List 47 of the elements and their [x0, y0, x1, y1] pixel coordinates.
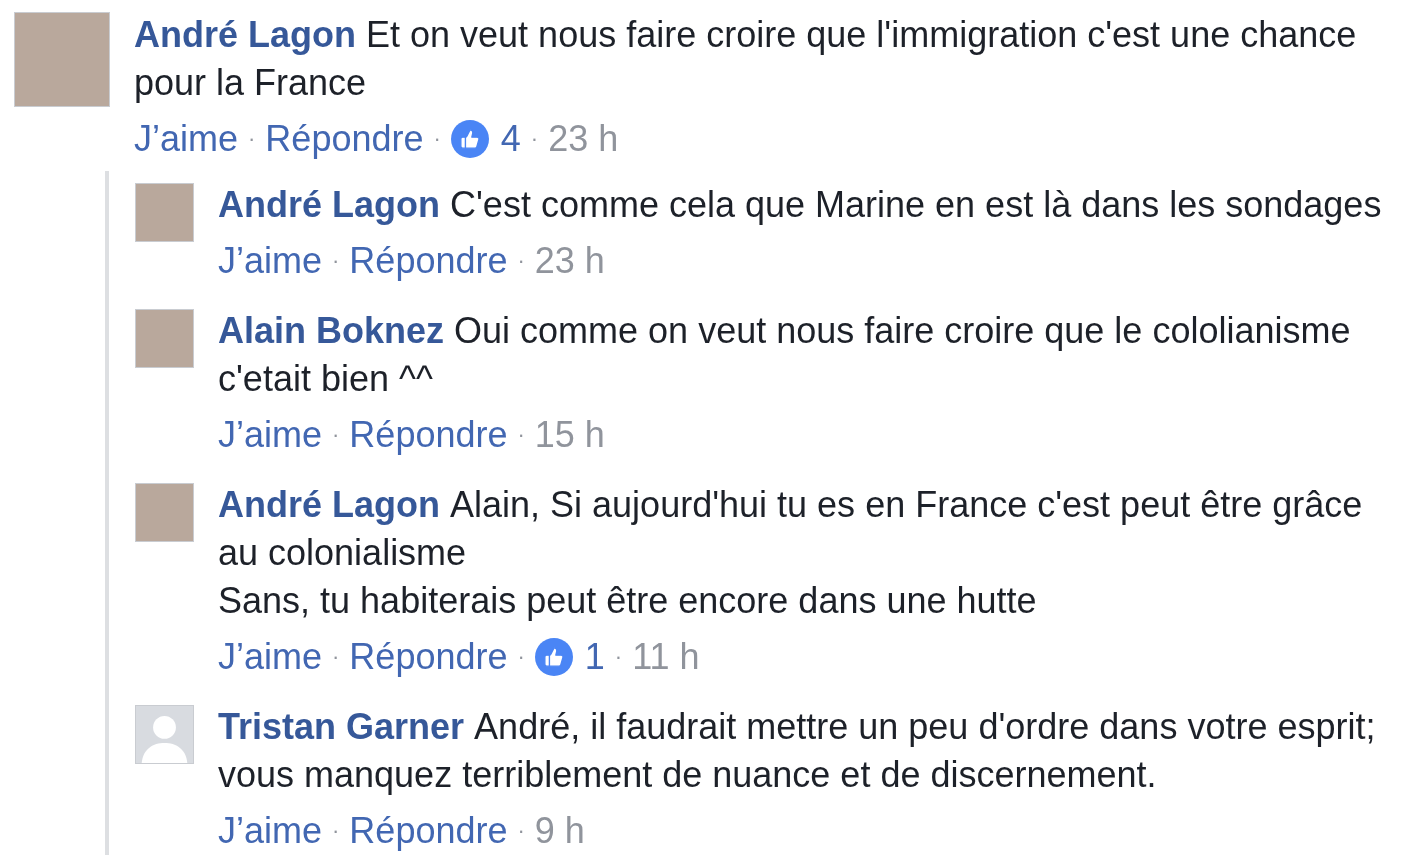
separator-dot: · — [332, 817, 340, 845]
avatar-photo[interactable] — [135, 309, 194, 368]
like-count[interactable]: 4 — [500, 115, 521, 163]
separator-dot: · — [530, 125, 539, 153]
author-name[interactable]: Alain Boknez — [218, 310, 445, 351]
action-link[interactable]: Répondre — [349, 633, 508, 681]
timestamp: 23 h — [534, 239, 605, 283]
separator-dot: · — [517, 421, 525, 449]
timestamp: 23 h — [548, 117, 619, 161]
thumbs-up-icon — [534, 638, 573, 676]
comment-text: André Lagon Alain, Si aujourd'hui tu es en France c'est peut être grâce au colonialisme — [218, 483, 1364, 575]
comment-text: Sans, tu habiterais peut être encore dans une hutte — [218, 579, 1038, 623]
timestamp: 11 h — [632, 635, 700, 679]
separator-dot: · — [332, 421, 340, 449]
action-link[interactable]: Répondre — [349, 411, 508, 459]
avatar-silhouette[interactable] — [135, 705, 194, 764]
action-link[interactable]: Répondre — [349, 237, 508, 285]
comment-text: Alain Boknez Oui comme on veut nous faire croire que le cololianisme c'etait bien ^^ — [218, 309, 1352, 401]
separator-dot: · — [614, 643, 623, 671]
comment-text: André Lagon C'est comme cela que Marine en est là dans les sondages — [218, 183, 1383, 227]
author-name[interactable]: Tristan Garner — [218, 706, 465, 747]
action-link[interactable]: Répondre — [265, 115, 424, 163]
like-count[interactable]: 1 — [584, 633, 605, 681]
author-name[interactable]: André Lagon — [134, 14, 356, 55]
thumbs-up-icon — [450, 120, 489, 158]
action-link[interactable]: J’aime — [218, 633, 323, 681]
separator-dot: · — [517, 247, 525, 275]
author-name[interactable]: André Lagon — [218, 184, 440, 225]
action-link[interactable]: J’aime — [134, 115, 239, 163]
timestamp: 15 h — [534, 413, 605, 457]
comment-text: Tristan Garner André, il faudrait mettre un peu d'ordre dans votre esprit; vous manquez terriblement de nuance et de discernement. — [218, 705, 1377, 797]
avatar-photo[interactable] — [135, 183, 194, 242]
action-link[interactable]: Répondre — [349, 807, 508, 855]
separator-dot: · — [517, 817, 525, 845]
timestamp: 9 h — [534, 809, 585, 853]
action-link[interactable]: J’aime — [218, 237, 323, 285]
separator-dot: · — [332, 247, 340, 275]
action-link[interactable]: J’aime — [218, 807, 323, 855]
action-link[interactable]: J’aime — [218, 411, 323, 459]
separator-dot: · — [517, 643, 525, 671]
author-name[interactable]: André Lagon — [218, 484, 440, 525]
avatar-photo[interactable] — [14, 12, 110, 107]
comment-text: André Lagon Et on veut nous faire croire que l'immigration c'est une chance pour la France — [134, 13, 1358, 105]
separator-dot: · — [248, 125, 256, 153]
avatar-photo[interactable] — [135, 483, 194, 542]
separator-dot: · — [332, 643, 340, 671]
separator-dot: · — [433, 125, 441, 153]
